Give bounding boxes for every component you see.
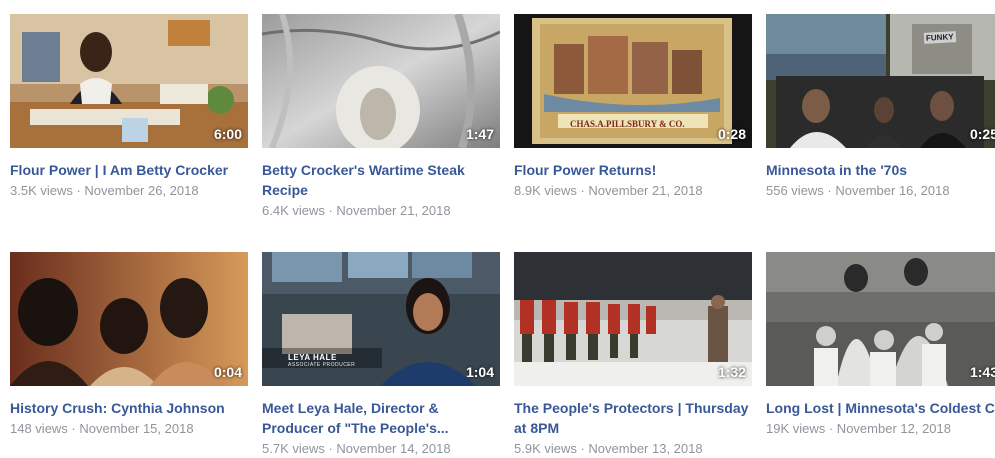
video-thumbnail[interactable]: LEYA HALE ASSOCIATE PRODUCER 1:04 bbox=[262, 252, 500, 386]
video-thumbnail[interactable]: 0:04 bbox=[10, 252, 248, 386]
betty-crocker-office-thumbnail bbox=[10, 14, 248, 148]
video-card[interactable]: CHAS.A.PILLSBURY & CO. 0:28 Flour Power … bbox=[514, 14, 752, 200]
singers-thumbnail bbox=[10, 252, 248, 386]
video-thumbnail[interactable]: FUNKY 0:25 bbox=[766, 14, 995, 148]
video-duration: 1:32 bbox=[717, 364, 746, 380]
video-card[interactable]: 6:00 Flour Power | I Am Betty Crocker 3.… bbox=[10, 14, 248, 200]
video-card[interactable]: 1:32 The People's Protectors | Thursday … bbox=[514, 252, 752, 458]
video-duration: 0:28 bbox=[717, 126, 746, 142]
video-thumbnail[interactable]: 1:47 bbox=[262, 14, 500, 148]
video-card[interactable]: 1:43 Long Lost | Minnesota's Coldest Cas… bbox=[766, 252, 995, 438]
video-title-link[interactable]: The People's Protectors | Thursday at 8P… bbox=[514, 398, 752, 438]
video-meta: 19K views · November 12, 2018 bbox=[766, 421, 951, 436]
video-duration: 1:47 bbox=[465, 126, 494, 142]
video-card[interactable]: FUNKY 0:25 Minnesota in the '70s 556 vie… bbox=[766, 14, 995, 200]
video-duration: 1:04 bbox=[465, 364, 494, 380]
lower-third-role: ASSOCIATE PRODUCER bbox=[288, 362, 356, 368]
foil-steak-thumbnail bbox=[262, 14, 500, 148]
lower-third: LEYA HALE ASSOCIATE PRODUCER bbox=[288, 353, 355, 368]
video-meta: 8.9K views · November 21, 2018 bbox=[514, 183, 703, 198]
video-duration: 1:43 bbox=[969, 364, 995, 380]
video-duration: 0:25 bbox=[969, 126, 995, 142]
poster-text: CHAS.A.PILLSBURY & CO. bbox=[570, 119, 685, 129]
video-meta: 3.5K views · November 26, 2018 bbox=[10, 183, 199, 198]
family-photo-thumbnail bbox=[766, 252, 995, 386]
video-meta: 5.9K views · November 13, 2018 bbox=[514, 441, 703, 456]
video-card[interactable]: 1:47 Betty Crocker's Wartime Steak Recip… bbox=[262, 14, 500, 220]
video-title-link[interactable]: Long Lost | Minnesota's Coldest Case bbox=[766, 398, 995, 418]
video-meta: 148 views · November 15, 2018 bbox=[10, 421, 194, 436]
video-card[interactable]: 0:04 History Crush: Cynthia Johnson 148 … bbox=[10, 252, 248, 438]
video-grid: 6:00 Flour Power | I Am Betty Crocker 3.… bbox=[0, 0, 995, 456]
video-title-link[interactable]: Flour Power Returns! bbox=[514, 160, 752, 180]
video-title-link[interactable]: Flour Power | I Am Betty Crocker bbox=[10, 160, 248, 180]
video-thumbnail[interactable]: 1:32 bbox=[514, 252, 752, 386]
video-title-link[interactable]: Minnesota in the '70s bbox=[766, 160, 995, 180]
minnesota-70s-collage-thumbnail bbox=[766, 14, 995, 148]
lower-third-name: LEYA HALE bbox=[288, 353, 337, 362]
veterans-ceremony-thumbnail bbox=[514, 252, 752, 386]
sign-text: FUNKY bbox=[923, 31, 956, 44]
video-thumbnail[interactable]: CHAS.A.PILLSBURY & CO. 0:28 bbox=[514, 14, 752, 148]
video-thumbnail[interactable]: 6:00 bbox=[10, 14, 248, 148]
video-title-link[interactable]: Betty Crocker's Wartime Steak Recipe bbox=[262, 160, 500, 200]
video-card[interactable]: LEYA HALE ASSOCIATE PRODUCER 1:04 Meet L… bbox=[262, 252, 500, 458]
video-meta: 6.4K views · November 21, 2018 bbox=[262, 203, 451, 218]
video-duration: 6:00 bbox=[213, 126, 242, 142]
video-meta: 5.7K views · November 14, 2018 bbox=[262, 441, 451, 456]
video-title-link[interactable]: History Crush: Cynthia Johnson bbox=[10, 398, 248, 418]
video-duration: 0:04 bbox=[213, 364, 242, 380]
video-meta: 556 views · November 16, 2018 bbox=[766, 183, 950, 198]
video-thumbnail[interactable]: 1:43 bbox=[766, 252, 995, 386]
video-title-link[interactable]: Meet Leya Hale, Director & Producer of "… bbox=[262, 398, 500, 438]
